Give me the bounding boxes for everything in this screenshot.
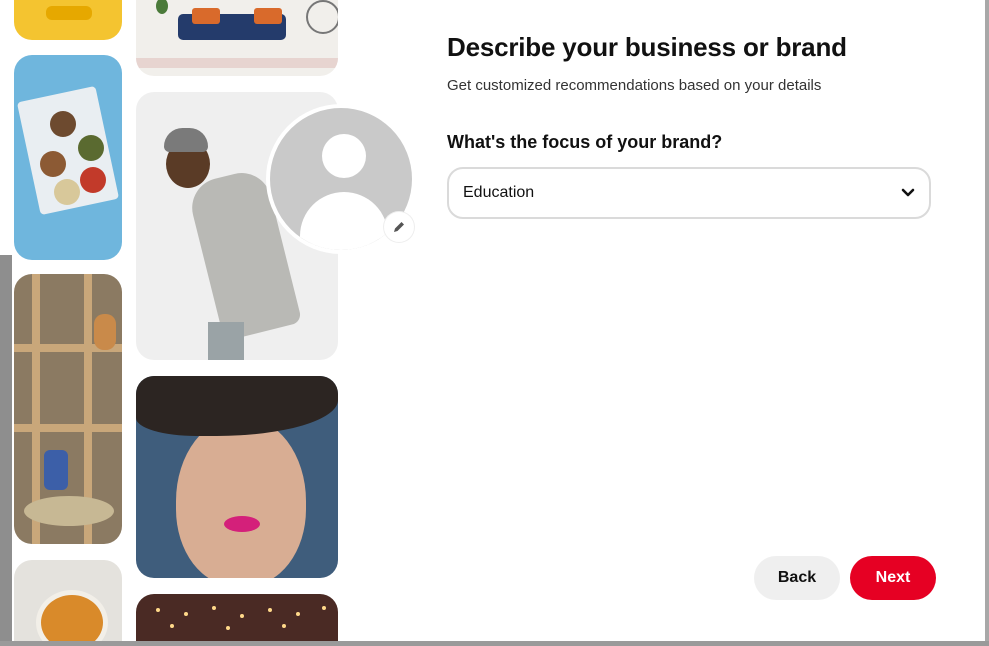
page-title: Describe your business or brand xyxy=(447,32,847,62)
backdrop-edge-bottom xyxy=(0,641,989,646)
brand-focus-selected-value: Education xyxy=(463,184,535,201)
onboarding-modal: Describe your business or brand Get cust… xyxy=(12,0,984,641)
brand-focus-question: What's the focus of your brand? xyxy=(447,132,723,152)
back-button[interactable]: Back xyxy=(754,556,840,600)
collage-image-toy-car xyxy=(14,0,122,40)
chevron-down-icon xyxy=(901,188,915,197)
page-subtitle: Get customized recommendations based on … xyxy=(447,77,822,94)
collage-image-kids-playroom xyxy=(14,274,122,544)
avatar-body-shape xyxy=(300,192,388,250)
pencil-icon xyxy=(394,222,404,232)
backdrop-edge-right xyxy=(985,0,989,646)
edit-avatar-button[interactable] xyxy=(384,212,414,242)
next-button-label: Next xyxy=(875,569,911,586)
back-button-label: Back xyxy=(777,569,817,586)
next-button[interactable]: Next xyxy=(850,556,936,600)
collage-image-string-lights xyxy=(136,594,338,641)
collage-image-living-room xyxy=(136,0,338,76)
collage-image-portrait-woman xyxy=(136,376,338,578)
avatar-head-shape xyxy=(322,134,366,178)
collage-image-snack-bowl xyxy=(14,560,122,641)
collage-image-food-tray xyxy=(14,55,122,260)
backdrop-edge-left xyxy=(0,255,12,646)
brand-focus-select[interactable]: Education xyxy=(447,167,931,219)
